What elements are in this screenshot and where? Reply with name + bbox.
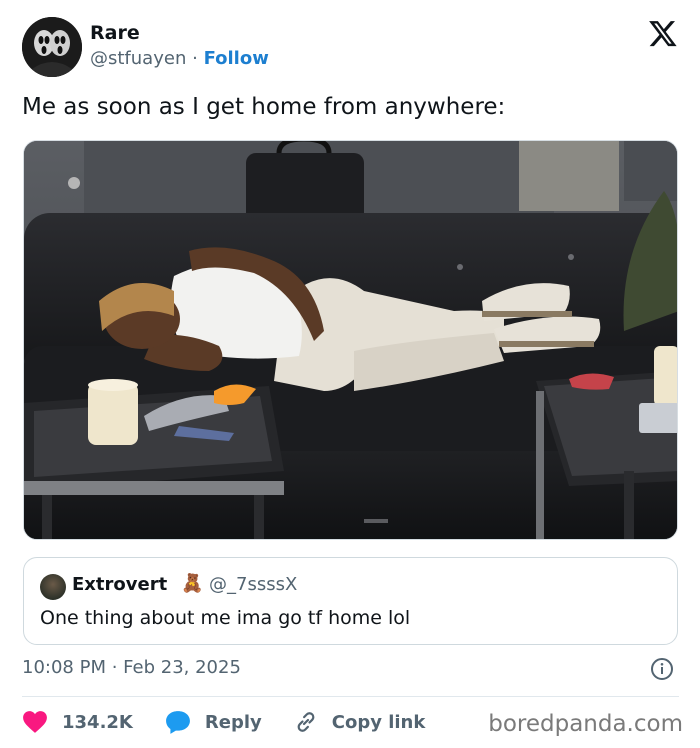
tweet-text: Me as soon as I get home from anywhere: xyxy=(22,94,506,120)
meta-separator: · xyxy=(192,48,198,69)
quoted-author-name: Extrovert xyxy=(72,574,168,595)
quoted-author-handle: @_7ssssX xyxy=(209,574,298,595)
author-meta: @stfuayen · Follow xyxy=(90,48,269,69)
like-button[interactable]: 134.2K xyxy=(22,710,133,734)
author-avatar[interactable] xyxy=(22,17,82,77)
quoted-avatar[interactable] xyxy=(40,574,66,600)
author-name[interactable]: Rare xyxy=(90,22,140,44)
action-bar: 134.2K Reply Copy link xyxy=(22,708,457,736)
tweet-photo[interactable] xyxy=(23,140,678,540)
link-icon xyxy=(297,712,315,732)
author-handle[interactable]: @stfuayen xyxy=(90,48,186,69)
tweet-timestamp[interactable]: 10:08 PM · Feb 23, 2025 xyxy=(22,657,241,678)
follow-button[interactable]: Follow xyxy=(204,48,269,69)
reply-bubble-icon xyxy=(165,711,190,734)
teddy-bear-emoji: 🧸 xyxy=(181,573,204,594)
divider xyxy=(22,696,679,697)
x-logo-icon[interactable] xyxy=(648,18,678,48)
like-count: 134.2K xyxy=(62,711,133,733)
quoted-tweet[interactable]: Extrovert 🧸 @_7ssssX One thing about me … xyxy=(23,557,678,645)
copy-link-button[interactable]: Copy link xyxy=(294,710,426,734)
reply-label: Reply xyxy=(204,711,262,733)
heart-icon xyxy=(23,711,47,733)
tweet-card: Rare @stfuayen · Follow Me as soon as I … xyxy=(0,0,700,748)
boredpanda-watermark: boredpanda.com xyxy=(488,711,683,737)
copy-link-label: Copy link xyxy=(331,711,426,733)
quoted-tweet-text: One thing about me ima go tf home lol xyxy=(40,607,411,629)
reply-button[interactable]: Reply xyxy=(165,710,262,734)
photo-illustration xyxy=(24,141,677,539)
info-icon[interactable] xyxy=(650,657,674,681)
